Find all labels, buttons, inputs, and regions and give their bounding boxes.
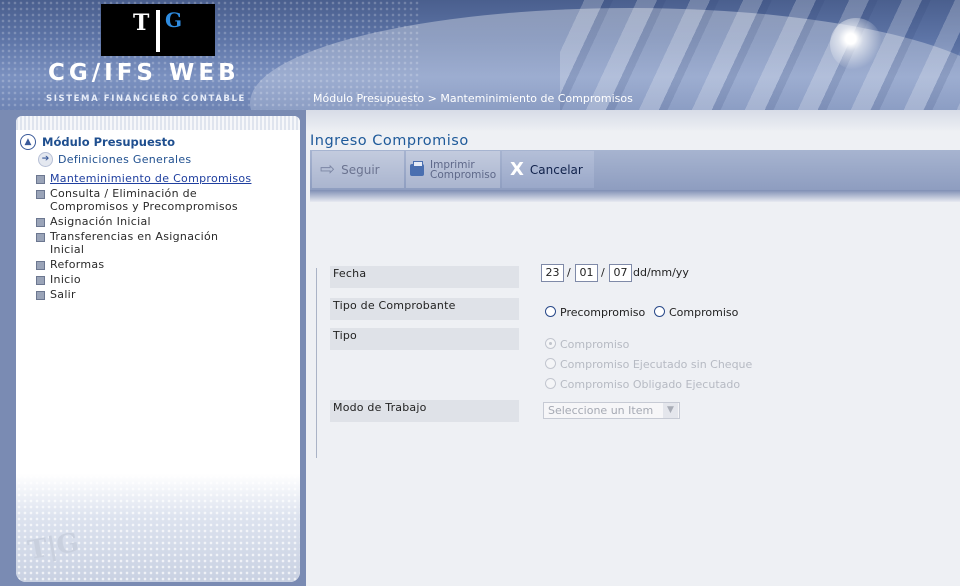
form-divider	[316, 268, 317, 458]
app-header: T G CG/IFS WEB SISTEMA FINANCIERO CONTAB…	[0, 0, 960, 110]
toolbar-shadow	[310, 190, 960, 202]
sidebar-item-definiciones[interactable]: ➔ Definiciones Generales	[38, 152, 191, 167]
seguir-button[interactable]: ⇨ Seguir	[312, 151, 404, 188]
date-separator: /	[601, 266, 605, 279]
main-top-band	[306, 110, 960, 132]
logo-bar	[156, 10, 160, 52]
sidebar-item-label[interactable]: Inicio	[50, 273, 81, 286]
bullet-icon	[36, 175, 45, 184]
tipo-option-label: Compromiso	[560, 338, 630, 351]
imprimir-compromiso-button[interactable]: Imprimir Compromiso	[406, 151, 500, 188]
tipo-option-label: Compromiso Ejecutado sin Cheque	[560, 358, 753, 371]
sidebar-item-label[interactable]: Manteminimiento de Compromisos	[50, 172, 251, 185]
precompromiso-radio[interactable]	[545, 306, 556, 317]
sidebar-item-mantenimiento[interactable]: Manteminimiento de Compromisos	[36, 172, 286, 185]
sidebar-item-label[interactable]: Reformas	[50, 258, 104, 271]
compromiso-label[interactable]: Compromiso	[669, 306, 738, 319]
collapse-up-icon[interactable]: ▲	[20, 134, 36, 150]
bullet-icon	[36, 261, 45, 270]
page-title: Ingreso Compromiso	[310, 133, 469, 149]
sidebar-bottom-dots	[16, 474, 300, 582]
tipo-option-label: Compromiso Obligado Ejecutado	[560, 378, 741, 391]
sidebar-item-asignacion[interactable]: Asignación Inicial	[36, 215, 286, 228]
tipo-obligado-radio[interactable]	[545, 378, 556, 389]
fecha-year-input[interactable]: 07	[609, 264, 632, 282]
fecha-label: Fecha	[330, 266, 519, 288]
tipo-compromiso-radio[interactable]	[545, 338, 556, 349]
sidebar-item-label[interactable]: Asignación Inicial	[50, 215, 151, 228]
tg-logo: T G	[101, 4, 215, 56]
modo-trabajo-label: Modo de Trabajo	[330, 400, 519, 422]
bullet-icon	[36, 233, 45, 242]
close-icon: X	[510, 158, 524, 180]
seguir-label: Seguir	[341, 162, 380, 177]
date-format-hint: dd/mm/yy	[633, 266, 689, 279]
sidebar: T|G ▲ Módulo Presupuesto ➔ Definiciones …	[16, 116, 300, 582]
bullet-icon	[36, 218, 45, 227]
bullet-icon	[36, 291, 45, 300]
sidebar-section-presupuesto[interactable]: ▲ Módulo Presupuesto	[20, 134, 175, 150]
sidebar-item-label[interactable]: Consulta / Eliminación de Compromisos y …	[50, 187, 250, 213]
arrow-right-icon: ⇨	[320, 158, 336, 180]
fecha-day-input[interactable]: 23	[541, 264, 564, 282]
logo-letter-g: G	[165, 8, 183, 32]
sidebar-item-transferencias[interactable]: Transferencias en Asignación Inicial	[36, 230, 286, 256]
tipo-comprobante-label: Tipo de Comprobante	[330, 298, 519, 320]
sidebar-item-label[interactable]: Transferencias en Asignación Inicial	[50, 230, 230, 256]
printer-icon	[410, 160, 424, 176]
app-name: CG/IFS WEB	[48, 60, 240, 86]
tipo-ejecutado-radio[interactable]	[545, 358, 556, 369]
sidebar-item-label[interactable]: Salir	[50, 288, 76, 301]
chevron-down-icon[interactable]: ▼	[663, 403, 678, 418]
sidebar-item-reformas[interactable]: Reformas	[36, 258, 286, 271]
breadcrumb: Módulo Presupuesto > Manteminimiento de …	[313, 92, 633, 105]
modo-trabajo-select[interactable]: Seleccione un Item	[543, 402, 680, 419]
imprimir-label-line2: Compromiso	[430, 168, 497, 181]
arrow-right-icon: ➔	[38, 152, 53, 167]
compromiso-radio[interactable]	[654, 306, 665, 317]
logo-letter-t: T	[133, 10, 150, 36]
precompromiso-label[interactable]: Precompromiso	[560, 306, 645, 319]
sidebar-item-inicio[interactable]: Inicio	[36, 273, 286, 286]
date-separator: /	[567, 266, 571, 279]
sidebar-item-consulta[interactable]: Consulta / Eliminación de Compromisos y …	[36, 187, 286, 213]
fecha-month-input[interactable]: 01	[575, 264, 598, 282]
sidebar-top-band	[16, 116, 300, 130]
bullet-icon	[36, 276, 45, 285]
sidebar-item-salir[interactable]: Salir	[36, 288, 286, 301]
app-subtitle: SISTEMA FINANCIERO CONTABLE	[46, 94, 246, 104]
tipo-label: Tipo	[330, 328, 519, 350]
sidebar-section-label: Módulo Presupuesto	[42, 135, 176, 149]
cancelar-label: Cancelar	[529, 162, 583, 177]
bullet-icon	[36, 190, 45, 199]
imprimir-label: Imprimir Compromiso	[430, 158, 497, 181]
cancelar-button[interactable]: X Cancelar	[502, 151, 594, 188]
header-glow-orb	[830, 18, 882, 70]
imprimir-label-line1: Imprimir	[430, 158, 475, 171]
sidebar-item-label: Definiciones Generales	[58, 153, 192, 166]
